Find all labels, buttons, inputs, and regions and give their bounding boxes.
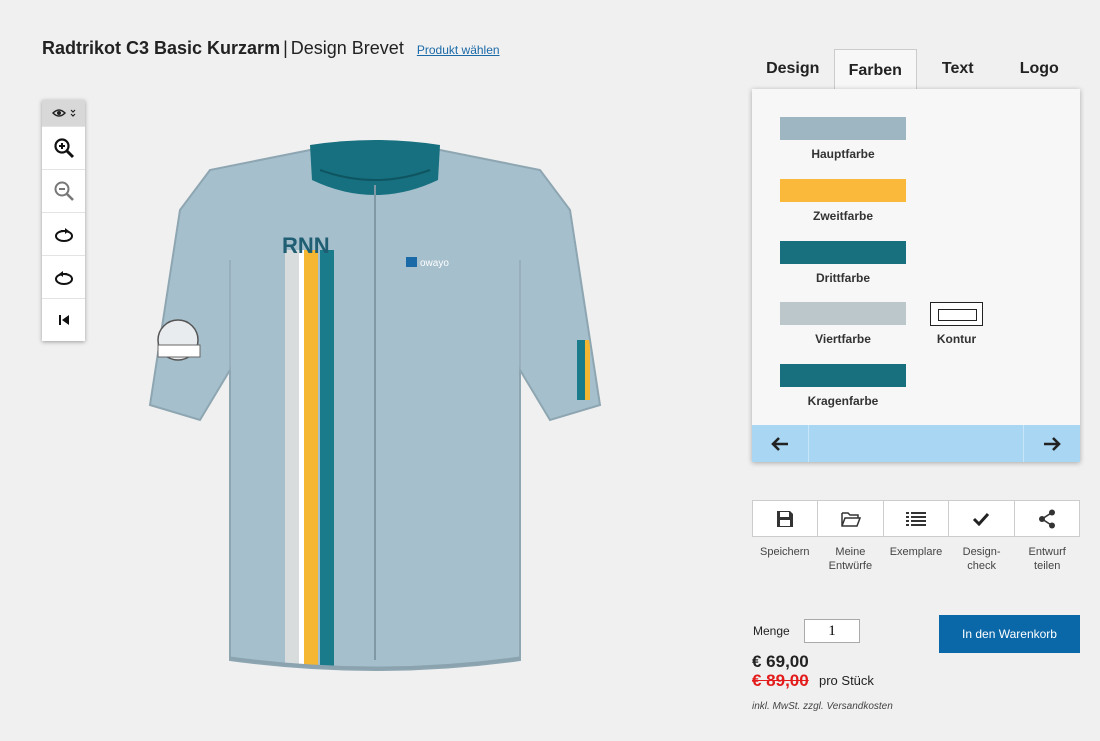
tab-text[interactable]: Text bbox=[917, 48, 999, 90]
current-price: € 69,00 bbox=[752, 652, 809, 671]
share-design-label: Entwurf teilen bbox=[1028, 546, 1066, 572]
swatch-label-hauptfarbe: Hauptfarbe bbox=[811, 147, 875, 161]
next-button[interactable] bbox=[1024, 425, 1080, 462]
arrow-right-icon bbox=[1044, 436, 1061, 451]
swatch-label-zweitfarbe: Zweitfarbe bbox=[812, 209, 873, 223]
save-icon bbox=[777, 510, 794, 527]
design-check-button[interactable] bbox=[949, 501, 1015, 536]
brand-logo-mark bbox=[406, 257, 417, 267]
quantity-input[interactable] bbox=[804, 619, 860, 643]
quantity-label: Menge bbox=[753, 624, 790, 638]
swatch-zweitfarbe[interactable] bbox=[780, 179, 906, 202]
view-toolbar bbox=[42, 100, 85, 341]
tab-farben[interactable]: Farben bbox=[833, 49, 917, 91]
product-name: Radtrikot C3 Basic Kurzarm bbox=[42, 38, 281, 58]
stripe-fourth bbox=[285, 250, 299, 670]
list-icon bbox=[906, 511, 927, 526]
jersey-name-print: RNN bbox=[282, 233, 330, 258]
rotate-right-icon bbox=[54, 228, 73, 242]
design-actions bbox=[752, 500, 1080, 537]
swatch-kragenfarbe[interactable] bbox=[780, 364, 906, 387]
page-title: Radtrikot C3 Basic Kurzarm | Design Brevet… bbox=[42, 38, 500, 59]
save-button[interactable] bbox=[753, 501, 819, 536]
share-design-button[interactable] bbox=[1015, 501, 1079, 536]
eye-icon bbox=[51, 109, 66, 117]
rotate-left-icon bbox=[54, 271, 73, 285]
stripe-white bbox=[299, 250, 304, 670]
chevron-down-icon bbox=[70, 109, 75, 117]
visibility-toggle[interactable] bbox=[42, 100, 85, 126]
design-check-label: Design- check bbox=[962, 546, 1001, 572]
copies-button[interactable] bbox=[884, 501, 950, 536]
title-separator: | bbox=[283, 38, 288, 58]
zoom-out-button[interactable] bbox=[42, 169, 85, 212]
tab-logo[interactable]: Logo bbox=[999, 48, 1081, 90]
swatch-label-kragenfarbe: Kragenfarbe bbox=[807, 394, 879, 408]
sleeve-stripe-secondary bbox=[585, 340, 590, 400]
rotate-left-button[interactable] bbox=[42, 255, 85, 298]
add-to-cart-button[interactable]: In den Warenkorb bbox=[939, 615, 1080, 653]
my-designs-label: Meine Entwürfe bbox=[828, 546, 873, 572]
nav-bar-spacer bbox=[808, 425, 1024, 462]
swatch-drittfarbe[interactable] bbox=[780, 241, 906, 264]
swatch-hauptfarbe[interactable] bbox=[780, 117, 906, 140]
zoom-out-icon bbox=[54, 181, 74, 201]
panel-nav-bar bbox=[752, 425, 1080, 462]
old-price: € 89,00 bbox=[752, 671, 809, 690]
swatch-viertfarbe[interactable] bbox=[780, 302, 906, 325]
zoom-in-button[interactable] bbox=[42, 126, 85, 169]
kontur-swatch[interactable] bbox=[930, 302, 983, 326]
prev-button[interactable] bbox=[752, 425, 808, 462]
folder-icon bbox=[840, 511, 861, 527]
sleeve-stripe-third bbox=[577, 340, 585, 400]
save-label: Speichern bbox=[760, 546, 810, 558]
stripe-third bbox=[320, 250, 334, 670]
per-piece-label: pro Stück bbox=[819, 673, 874, 688]
check-icon bbox=[973, 512, 990, 526]
tax-note: inkl. MwSt. zzgl. Versandkosten bbox=[752, 701, 893, 712]
my-designs-button[interactable] bbox=[818, 501, 884, 536]
skip-back-icon bbox=[58, 315, 69, 325]
swatch-label-drittfarbe: Drittfarbe bbox=[815, 271, 870, 285]
copies-label: Exemplare bbox=[889, 546, 943, 558]
swatch-label-viertfarbe: Viertfarbe bbox=[815, 332, 871, 346]
stripe-secondary bbox=[304, 250, 318, 670]
rotate-right-button[interactable] bbox=[42, 212, 85, 255]
colors-panel: Hauptfarbe Zweitfarbe Drittfarbe Viertfa… bbox=[752, 89, 1080, 462]
zoom-in-icon bbox=[53, 138, 74, 159]
jersey-preview[interactable]: RNN owayo bbox=[140, 140, 610, 680]
action-labels: Speichern Meine Entwürfe Exemplare Desig… bbox=[752, 545, 1080, 573]
jersey-brand-print: owayo bbox=[420, 258, 449, 269]
editor-tabs: Design Farben Text Logo bbox=[752, 48, 1081, 91]
reset-view-button[interactable] bbox=[42, 298, 85, 341]
tab-design[interactable]: Design bbox=[752, 48, 834, 90]
design-name: Design Brevet bbox=[290, 38, 404, 58]
arrow-left-icon bbox=[771, 436, 788, 451]
kontur-label: Kontur bbox=[936, 332, 977, 346]
share-icon bbox=[1038, 509, 1055, 528]
choose-product-link[interactable]: Produkt wählen bbox=[417, 43, 500, 57]
